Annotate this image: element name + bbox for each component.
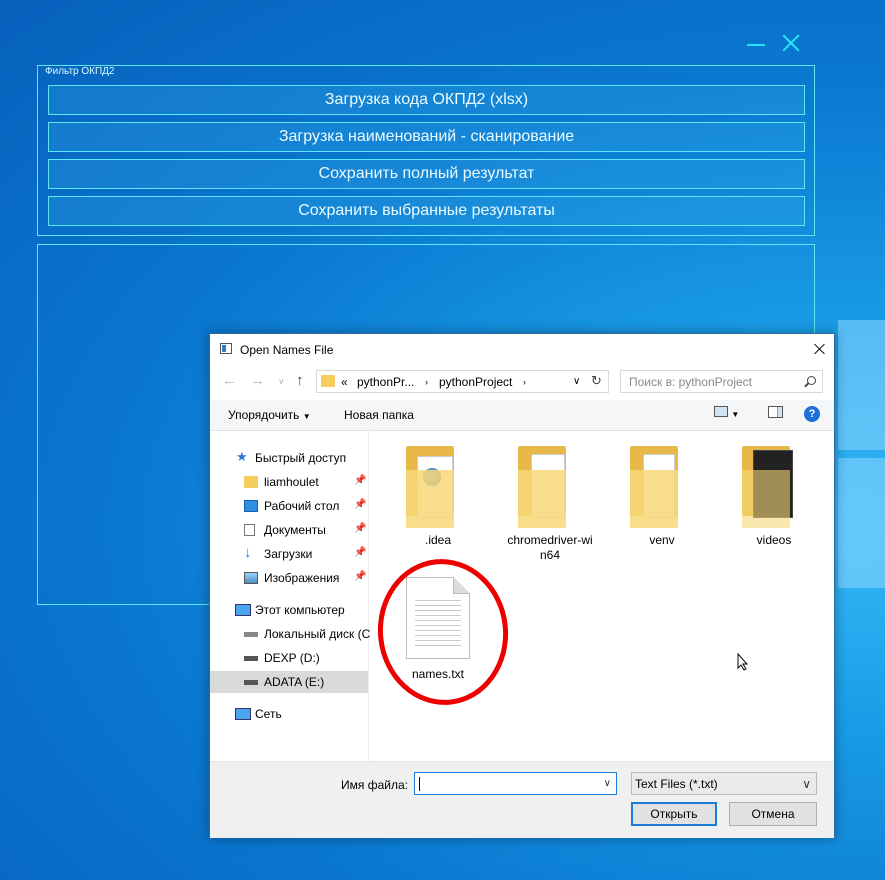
sidebar-item-quick-access[interactable]: ★ Быстрый доступ bbox=[210, 447, 368, 469]
folder-item-videos[interactable]: videos bbox=[729, 446, 819, 556]
folder-item-venv[interactable]: venv bbox=[617, 446, 707, 556]
pictures-icon bbox=[244, 572, 258, 584]
sidebar-item-adata-e[interactable]: ADATA (E:) bbox=[210, 671, 368, 693]
address-bar[interactable]: « pythonPr... › pythonProject › ∨ ↻ bbox=[316, 370, 609, 393]
up-arrow-icon[interactable]: ↑ bbox=[296, 372, 304, 389]
pin-icon: 📌 bbox=[354, 475, 367, 486]
dropdown-arrow-icon: ▼ bbox=[302, 412, 311, 421]
chevron-right-icon: › bbox=[425, 377, 428, 387]
chevron-down-icon[interactable]: ∨ bbox=[573, 376, 580, 387]
sidebar-item-network[interactable]: Сеть bbox=[210, 703, 368, 725]
open-file-dialog: Open Names File ← → ∨ ↑ « pythonPr... › … bbox=[209, 333, 835, 838]
chevron-right-icon: › bbox=[523, 377, 526, 387]
pin-icon: 📌 bbox=[354, 499, 367, 510]
filename-input[interactable]: ∨ bbox=[414, 772, 617, 795]
cancel-button[interactable]: Отмена bbox=[729, 802, 817, 826]
sidebar-item-this-pc[interactable]: Этот компьютер bbox=[210, 599, 368, 621]
drive-icon bbox=[244, 680, 258, 685]
help-icon[interactable]: ? bbox=[804, 406, 820, 422]
computer-icon bbox=[235, 604, 251, 616]
file-type-select[interactable]: Text Files (*.txt) ∨ bbox=[631, 772, 817, 795]
sidebar-item-downloads[interactable]: ↓ Загрузки 📌 bbox=[210, 543, 368, 565]
chevron-down-icon: ∨ bbox=[802, 777, 811, 791]
folder-icon bbox=[244, 476, 258, 488]
search-icon bbox=[807, 376, 816, 385]
drive-icon bbox=[244, 656, 258, 661]
dialog-close-button[interactable] bbox=[808, 338, 832, 360]
dialog-toolbar: Упорядочить ▼ Новая папка ▼ ? bbox=[210, 400, 834, 431]
download-icon: ↓ bbox=[244, 544, 252, 561]
drive-icon bbox=[244, 632, 258, 637]
breadcrumb-pythonproject[interactable]: pythonProject bbox=[439, 375, 512, 389]
refresh-icon[interactable]: ↻ bbox=[591, 373, 602, 389]
save-selected-results-button[interactable]: Сохранить выбранные результаты bbox=[48, 196, 805, 226]
okpd-filter-group: Фильтр ОКПД2 Загрузка кода ОКПД2 (xlsx) … bbox=[37, 65, 815, 236]
search-placeholder: Поиск в: pythonProject bbox=[629, 375, 753, 389]
preview-pane-icon[interactable] bbox=[768, 406, 783, 421]
dialog-app-icon bbox=[220, 343, 232, 354]
folder-icon bbox=[321, 375, 335, 387]
dialog-footer: Имя файла: ∨ Text Files (*.txt) ∨ Открыт… bbox=[210, 761, 834, 838]
filename-label: Имя файла: bbox=[341, 778, 408, 792]
organize-menu[interactable]: Упорядочить ▼ bbox=[228, 408, 311, 422]
recent-chevron-icon[interactable]: ∨ bbox=[278, 376, 285, 387]
back-arrow-icon[interactable]: ← bbox=[222, 372, 237, 389]
documents-icon bbox=[244, 524, 255, 536]
sidebar-item-pictures[interactable]: Изображения 📌 bbox=[210, 567, 368, 589]
group-title: Фильтр ОКПД2 bbox=[45, 66, 115, 77]
folder-item-chromedriver[interactable]: chromedriver-wi n64 bbox=[505, 446, 595, 576]
minimize-button[interactable] bbox=[745, 30, 767, 56]
mouse-cursor-icon bbox=[737, 653, 749, 671]
desktop-icon bbox=[244, 500, 258, 512]
close-button[interactable] bbox=[778, 30, 804, 56]
address-prefix: « bbox=[341, 375, 348, 389]
save-full-result-button[interactable]: Сохранить полный результат bbox=[48, 159, 805, 189]
open-button[interactable]: Открыть bbox=[631, 802, 717, 826]
pin-icon: 📌 bbox=[354, 571, 367, 582]
new-folder-button[interactable]: Новая папка bbox=[344, 408, 414, 422]
load-names-scan-button[interactable]: Загрузка наименований - сканирование bbox=[48, 122, 805, 152]
load-okpd-code-button[interactable]: Загрузка кода ОКПД2 (xlsx) bbox=[48, 85, 805, 115]
pin-icon: 📌 bbox=[354, 523, 367, 534]
navigation-pane: ★ Быстрый доступ liamhoulet 📌 Рабочий ст… bbox=[210, 431, 370, 761]
breadcrumb-pythonpr[interactable]: pythonPr... bbox=[357, 375, 414, 389]
sidebar-item-documents[interactable]: Документы 📌 bbox=[210, 519, 368, 541]
sidebar-item-desktop[interactable]: Рабочий стол 📌 bbox=[210, 495, 368, 517]
forward-arrow-icon[interactable]: → bbox=[250, 372, 265, 389]
file-type-value: Text Files (*.txt) bbox=[635, 777, 718, 791]
network-icon bbox=[235, 708, 251, 720]
text-caret bbox=[419, 777, 420, 791]
sidebar-item-local-disk-c[interactable]: Локальный диск (C bbox=[210, 623, 370, 645]
sidebar-item-dexp-d[interactable]: DEXP (D:) bbox=[210, 647, 368, 669]
search-input[interactable]: Поиск в: pythonProject bbox=[620, 370, 823, 393]
dialog-title: Open Names File bbox=[240, 343, 334, 357]
view-options-icon[interactable]: ▼ bbox=[714, 406, 739, 420]
windows-logo bbox=[838, 320, 885, 620]
star-icon: ★ bbox=[236, 449, 248, 464]
folder-item-idea[interactable]: .idea bbox=[393, 446, 483, 556]
pin-icon: 📌 bbox=[354, 547, 367, 558]
chevron-down-icon[interactable]: ∨ bbox=[604, 778, 611, 789]
sidebar-item-liamhoulet[interactable]: liamhoulet 📌 bbox=[210, 471, 368, 493]
